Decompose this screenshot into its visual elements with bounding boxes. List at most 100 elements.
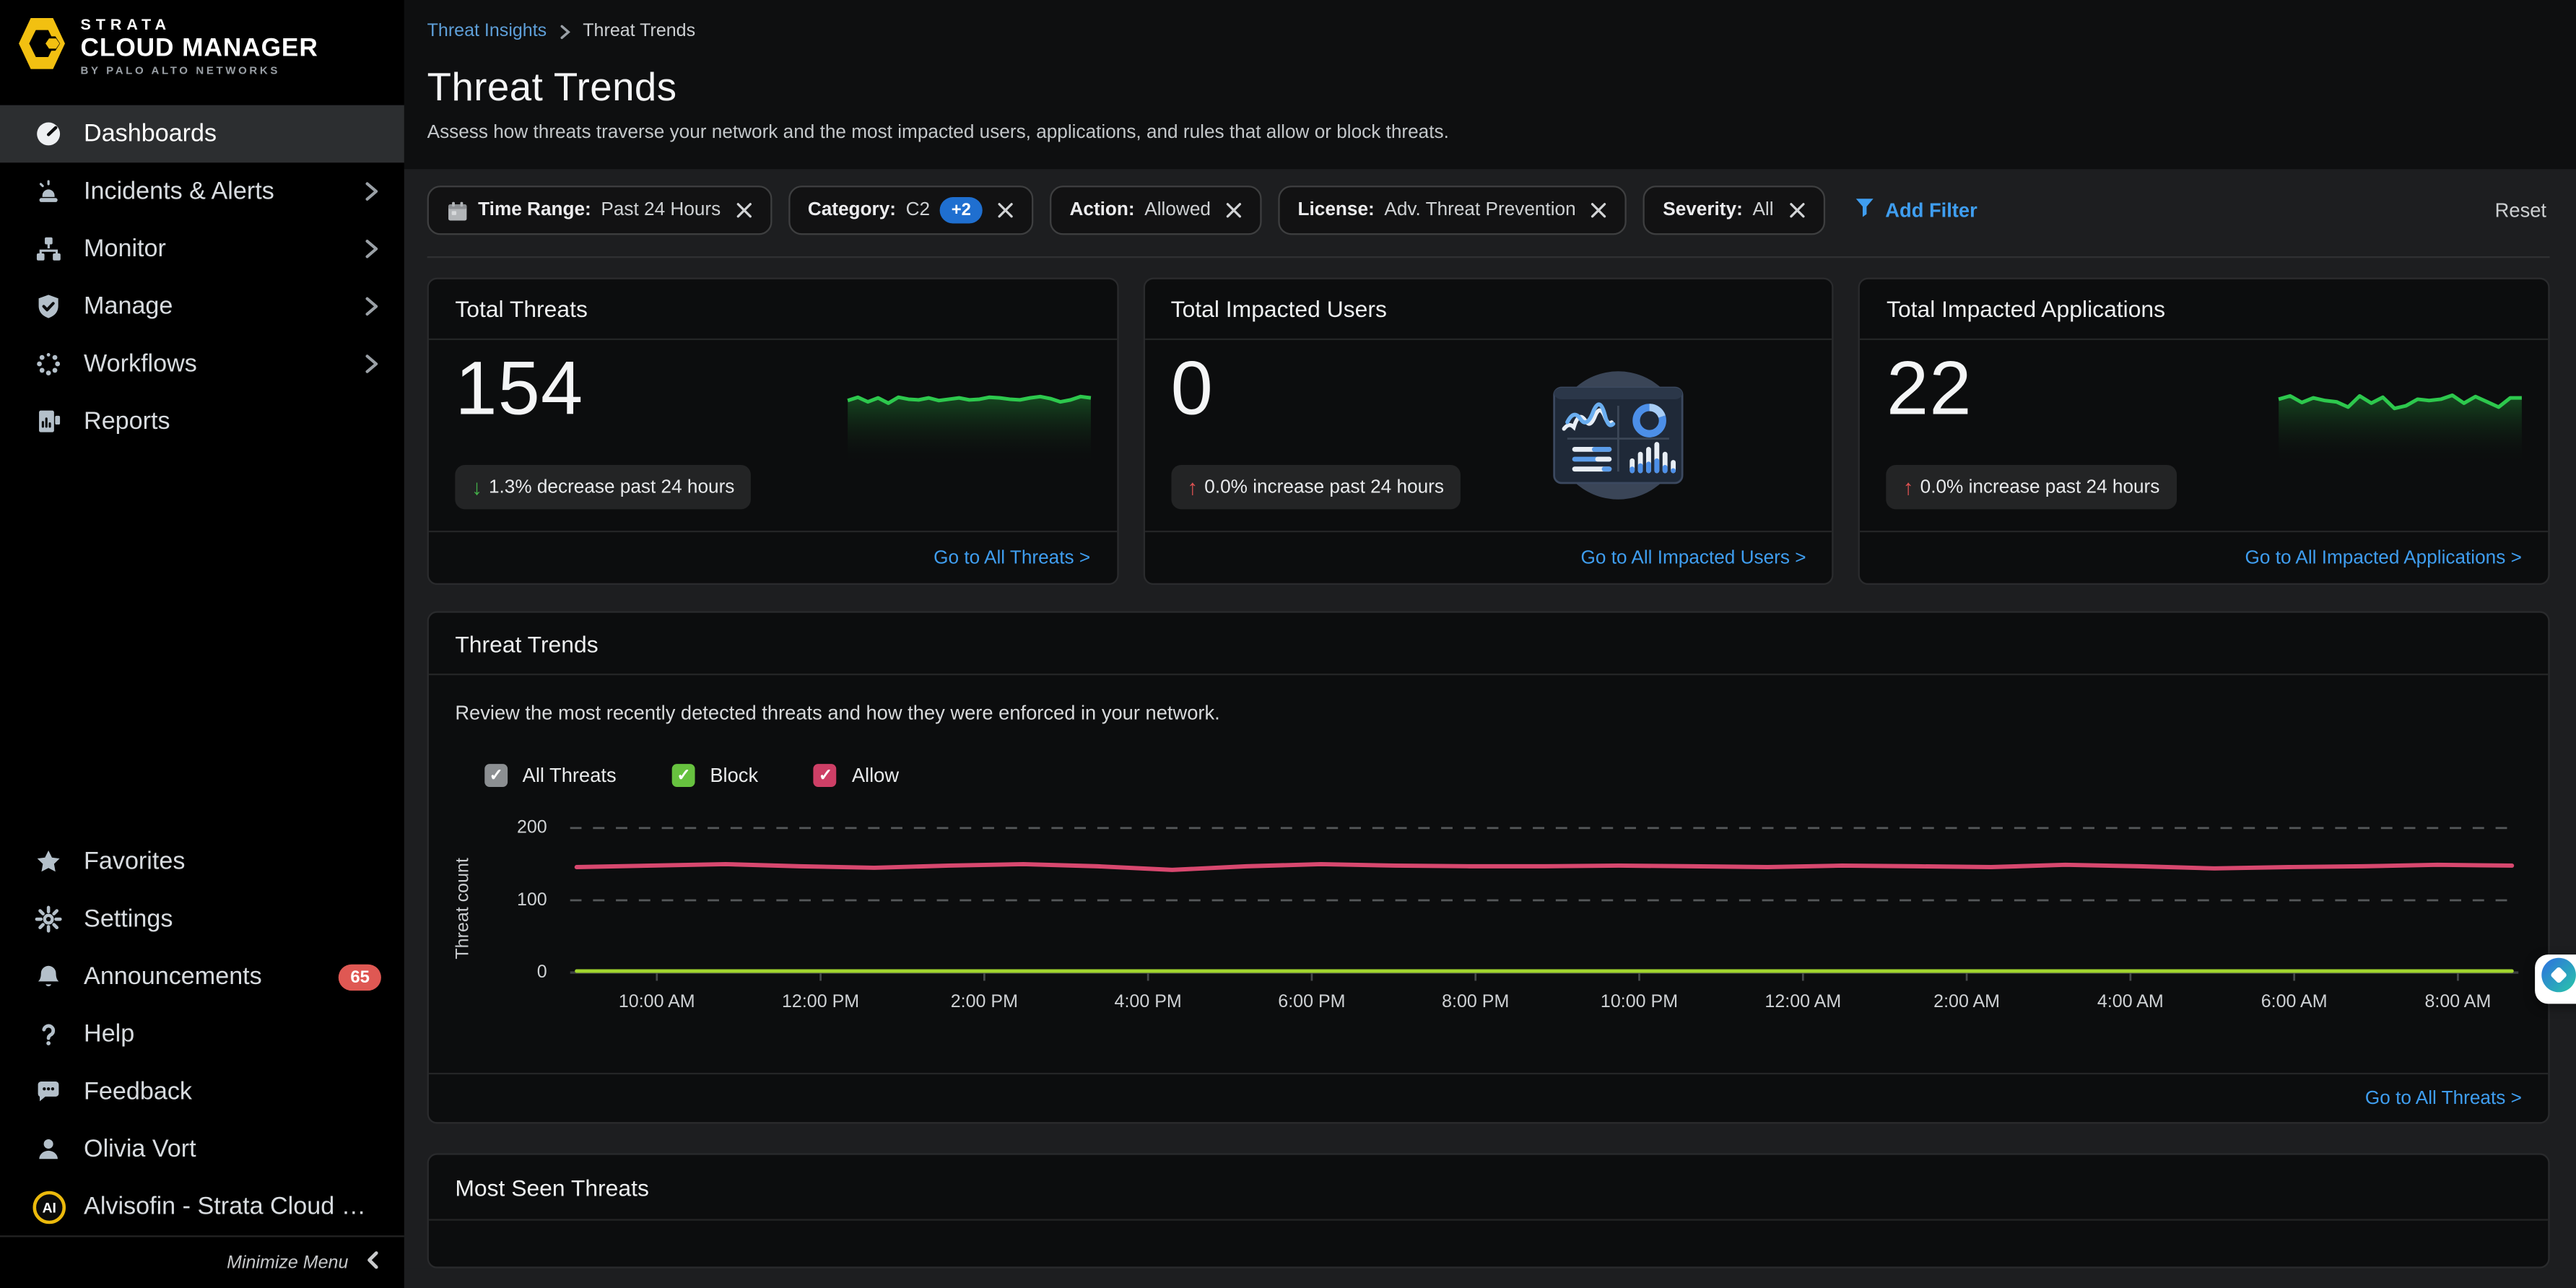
brand-line2: CLOUD MANAGER [80, 35, 318, 64]
spinner-dots-icon [33, 349, 63, 379]
threat-trends-description: Review the most recently detected threat… [455, 702, 2522, 725]
assistant-logo-icon [2540, 956, 2576, 1002]
close-icon[interactable] [1591, 202, 1607, 219]
sidebar: STRATA CLOUD MANAGER BY PALO ALTO NETWOR… [0, 0, 404, 1288]
stat-value: 0 [1171, 344, 1214, 432]
brand-line3: BY PALO ALTO NETWORKS [80, 66, 318, 78]
y-axis-tick: 0 [491, 962, 547, 982]
sidebar-item-incidents-alerts[interactable]: Incidents & Alerts [0, 162, 404, 220]
legend-label: Allow [852, 764, 899, 787]
chevron-right-icon [558, 24, 571, 38]
x-axis-tick-label: 12:00 PM [782, 992, 859, 1011]
checkbox-checked-icon[interactable]: ✓ [672, 764, 695, 787]
threat-trends-panel-title: Threat Trends [429, 613, 2548, 675]
stat-card-link-total-impacted-users[interactable]: Go to All Impacted Users > [1581, 548, 1806, 567]
breadcrumb-current: Threat Trends [583, 22, 695, 41]
filter-chip-action[interactable]: Action:Allowed [1050, 186, 1261, 235]
sidebar-item-label: Workflows [84, 350, 362, 378]
close-icon[interactable] [736, 202, 752, 219]
legend-checkbox-block[interactable]: ✓ Block [672, 764, 758, 787]
brand-logo[interactable]: STRATA CLOUD MANAGER BY PALO ALTO NETWOR… [0, 0, 404, 92]
sidebar-item-feedback[interactable]: Feedback [0, 1063, 404, 1121]
trend-text: 1.3% decrease past 24 hours [489, 477, 734, 497]
sidebar-item-label: Help [84, 1020, 381, 1048]
stat-card-title: Total Impacted Users [1144, 279, 1832, 340]
chip-label: Severity: [1663, 201, 1743, 220]
filter-chip-time-range[interactable]: Time Range:Past 24 Hours [427, 186, 772, 235]
chip-more-badge[interactable]: +2 [940, 197, 983, 223]
sidebar-item-favorites[interactable]: Favorites [0, 833, 404, 891]
filter-chip-severity[interactable]: Severity:All [1643, 186, 1824, 235]
close-icon[interactable] [997, 202, 1014, 219]
sidebar-item-settings[interactable]: Settings [0, 890, 404, 948]
x-axis-tick-label: 4:00 AM [2097, 992, 2164, 1011]
sidebar-item-label: Favorites [84, 848, 381, 876]
x-axis-tick-label: 10:00 PM [1601, 992, 1678, 1011]
page-subtitle: Assess how threats traverse your network… [427, 123, 2550, 143]
trend-text: 0.0% increase past 24 hours [1204, 477, 1444, 497]
legend-checkbox-allow[interactable]: ✓ Allow [814, 764, 899, 787]
sidebar-item-label: Olivia Vort [84, 1135, 381, 1163]
sidebar-item-reports[interactable]: Reports [0, 393, 404, 451]
add-filter-button[interactable]: Add Filter [1854, 197, 1977, 223]
sidebar-item-announcements[interactable]: Announcements65 [0, 948, 404, 1006]
threat-trends-panel-body: Review the most recently detected threat… [429, 675, 2548, 1073]
x-axis-tick-label: 12:00 AM [1765, 992, 1841, 1011]
sidebar-item-dashboards[interactable]: Dashboards [0, 105, 404, 163]
sidebar-item-manage[interactable]: Manage [0, 278, 404, 336]
stat-value: 22 [1887, 344, 1972, 432]
chevron-left-icon [363, 1248, 381, 1277]
go-to-all-threats-link[interactable]: Go to All Threats > [2365, 1089, 2522, 1108]
stat-card-total-threats: Total Threats 154 ↓ 1.3% decrease past 2… [427, 278, 1118, 586]
trend-arrow-up-icon: ↑ [1903, 475, 1914, 500]
bell-icon [33, 962, 63, 991]
sidebar-item-workflows[interactable]: Workflows [0, 335, 404, 393]
close-icon[interactable] [1788, 202, 1805, 219]
sidebar-item-alvisofin-strata-cloud-m[interactable]: AIAlvisofin - Strata Cloud M... [0, 1178, 404, 1236]
sidebar-item-label: Alvisofin - Strata Cloud M... [84, 1193, 381, 1221]
x-axis-tick-label: 8:00 AM [2424, 992, 2491, 1011]
trend-badge: ↓ 1.3% decrease past 24 hours [455, 465, 751, 509]
sidebar-item-monitor[interactable]: Monitor [0, 220, 404, 278]
gear-icon [33, 905, 63, 934]
filter-chip-category[interactable]: Category:C2+2 [788, 186, 1034, 235]
legend-checkbox-all-threats[interactable]: ✓ All Threats [484, 764, 616, 787]
filter-chip-license[interactable]: License:Adv. Threat Prevention [1278, 186, 1627, 235]
sidebar-item-olivia-vort[interactable]: Olivia Vort [0, 1121, 404, 1178]
y-axis-label: Threat count [453, 835, 473, 983]
shield-check-icon [33, 292, 63, 321]
stat-card-title: Total Impacted Applications [1861, 279, 2549, 340]
x-axis-tick-label: 10:00 AM [619, 992, 695, 1011]
checkbox-checked-icon[interactable]: ✓ [814, 764, 837, 787]
stat-card-total-impacted-users: Total Impacted Users 0 ↑ 0.0% inc [1143, 278, 1834, 586]
funnel-icon [1854, 197, 1874, 223]
stat-card-link-total-impacted-applications[interactable]: Go to All Impacted Applications > [2245, 548, 2522, 567]
chevron-right-icon [362, 238, 381, 260]
most-seen-threats-panel: Most Seen Threats [427, 1153, 2550, 1268]
app-root: STRATA CLOUD MANAGER BY PALO ALTO NETWOR… [0, 0, 2576, 1288]
stat-card-link-total-threats[interactable]: Go to All Threats > [934, 548, 1090, 567]
sparkline-chart [844, 383, 1094, 461]
page-title: Threat Trends [427, 66, 2550, 112]
sidebar-item-label: Feedback [84, 1078, 381, 1106]
dashboard-icon [33, 119, 63, 149]
question-icon [33, 1019, 63, 1049]
x-axis-tick-label: 8:00 PM [1442, 992, 1509, 1011]
stat-card-title: Total Threats [429, 279, 1117, 340]
breadcrumb-parent-link[interactable]: Threat Insights [427, 22, 547, 41]
filter-bar: Time Range:Past 24 Hours Category:C2+2 Act… [427, 186, 2550, 258]
sidebar-item-label: Dashboards [84, 120, 381, 148]
minimize-menu-button[interactable]: Minimize Menu [0, 1235, 404, 1288]
y-axis-tick: 200 [491, 818, 547, 837]
assistant-launcher-button[interactable] [2535, 954, 2576, 1004]
main-content: Threat Insights Threat Trends Threat Tre… [404, 0, 2576, 1288]
chip-label: Time Range: [478, 201, 591, 220]
reset-filters-button[interactable]: Reset [2495, 199, 2550, 222]
strata-hexagon-icon [17, 17, 68, 79]
trend-arrow-down-icon: ↓ [471, 475, 482, 500]
checkbox-checked-icon[interactable]: ✓ [484, 764, 508, 787]
calendar-icon [447, 199, 469, 221]
close-icon[interactable] [1225, 202, 1242, 219]
sidebar-item-help[interactable]: Help [0, 1006, 404, 1063]
trend-text: 0.0% increase past 24 hours [1920, 477, 2160, 497]
